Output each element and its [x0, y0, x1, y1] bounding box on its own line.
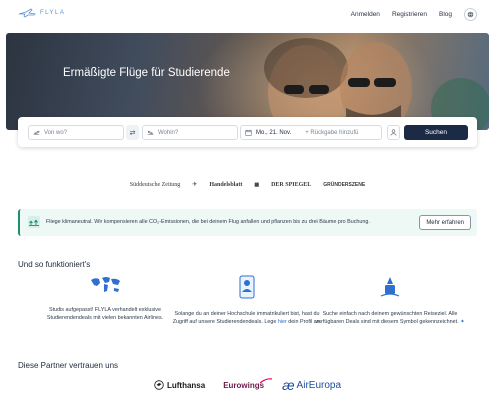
how-step-student-text: Solange du an deiner Hochschule immatrik… [172, 310, 322, 326]
travel-icon [380, 277, 400, 297]
how-step-student: Solange du an deiner Hochschule immatrik… [172, 275, 322, 326]
swap-icon: ⇄ [129, 129, 136, 137]
add-return-link[interactable]: + Rückgabe hinzufü [305, 130, 358, 136]
partner-lufthansa-name: Lufthansa [166, 380, 206, 390]
origin-placeholder: Von wo? [44, 129, 68, 136]
hero-banner: Ermäßigte Flüge für Studierende [6, 33, 489, 130]
crane-logo-icon [154, 380, 164, 390]
partner-aireuropa: æ AirEuropa [282, 377, 341, 393]
partner-logos: Lufthansa Eurowings æ AirEuropa [0, 377, 495, 393]
partner-aireuropa-name: AirEuropa [296, 379, 342, 391]
calendar-icon [245, 129, 252, 136]
press-logo-spiegel: DER SPIEGEL [271, 181, 312, 188]
register-link[interactable]: Registrieren [392, 11, 427, 18]
landing-icon [147, 130, 154, 135]
how-step-deals-text: Studis aufgepasst! FLYLA verhandelt exkl… [46, 307, 164, 321]
how-step-search: Suche einfach nach deinem gewünschten Re… [315, 275, 465, 326]
hero-people-image [264, 38, 489, 130]
press-logo-gruenderszene: GRÜNDERSZENE [323, 181, 366, 188]
destination-field[interactable]: Wohin? [142, 125, 238, 140]
origin-field[interactable]: Von wo? [28, 125, 124, 140]
partners-title: Diese Partner vertrauen uns [18, 361, 119, 370]
swap-button[interactable]: ⇄ [126, 125, 139, 140]
hero-title: Ermäßigte Flüge für Studierende [63, 67, 230, 79]
top-nav: Anmelden Registrieren Blog [351, 8, 477, 21]
student-id-icon [239, 275, 255, 299]
press-logo-emblem: ▦ [254, 182, 260, 188]
search-button[interactable]: Suchen [404, 125, 468, 140]
passengers-button[interactable] [387, 125, 400, 140]
partner-eurowings: Eurowings [223, 377, 273, 390]
how-step-search-text-body: Suche einfach nach deinem gewünschten Re… [315, 311, 459, 325]
globe-icon [467, 11, 474, 18]
site-header: FLYLA Anmelden Registrieren Blog [0, 0, 495, 30]
world-map-icon [91, 277, 120, 292]
how-step-search-text: Suche einfach nach deinem gewünschten Re… [315, 310, 465, 326]
date-field[interactable]: Mo., 21. Nov. + Rückgabe hinzufü [240, 125, 382, 140]
climate-text: Fliege klimaneutral. Wir kompensieren al… [46, 219, 370, 225]
blog-link[interactable]: Blog [439, 11, 452, 18]
eagle-emblem-icon: ✈ [192, 182, 198, 188]
language-button[interactable] [464, 8, 477, 21]
partner-lufthansa: Lufthansa [154, 380, 205, 390]
flight-search-bar: Von wo? ⇄ Wohin? Mo., 21. Nov. + Rückgab… [18, 117, 477, 147]
aireuropa-symbol-icon: æ [282, 377, 295, 393]
wing-swoosh-icon [260, 377, 273, 383]
partner-eurowings-name: Eurowings [223, 380, 265, 390]
plane-logo-icon [18, 8, 36, 18]
tree-icon [28, 216, 40, 228]
departure-date: Mo., 21. Nov. [256, 129, 292, 136]
press-logo-handelsblatt: Handelsblatt [209, 181, 243, 188]
learn-more-button[interactable]: Mehr erfahren [419, 215, 471, 230]
press-logos: Süddeutsche Zeitung ✈ Handelsblatt ▦ DER… [0, 181, 495, 189]
logo-text: FLYLA [40, 10, 66, 16]
destination-placeholder: Wohin? [158, 129, 179, 136]
press-logo-sz: Süddeutsche Zeitung [129, 181, 181, 188]
how-step-deals: Studis aufgepasst! FLYLA verhandelt exkl… [30, 275, 180, 322]
takeoff-icon [33, 130, 40, 135]
climate-banner: Fliege klimaneutral. Wir kompensieren al… [18, 209, 477, 236]
how-it-works-title: Und so funktioniert's [18, 260, 91, 269]
flyla-logo[interactable]: FLYLA [18, 8, 65, 18]
person-icon [390, 129, 397, 136]
deal-badge-icon: ✦ [460, 319, 465, 325]
login-link[interactable]: Anmelden [351, 11, 380, 18]
create-profile-link[interactable]: hier [278, 319, 287, 325]
